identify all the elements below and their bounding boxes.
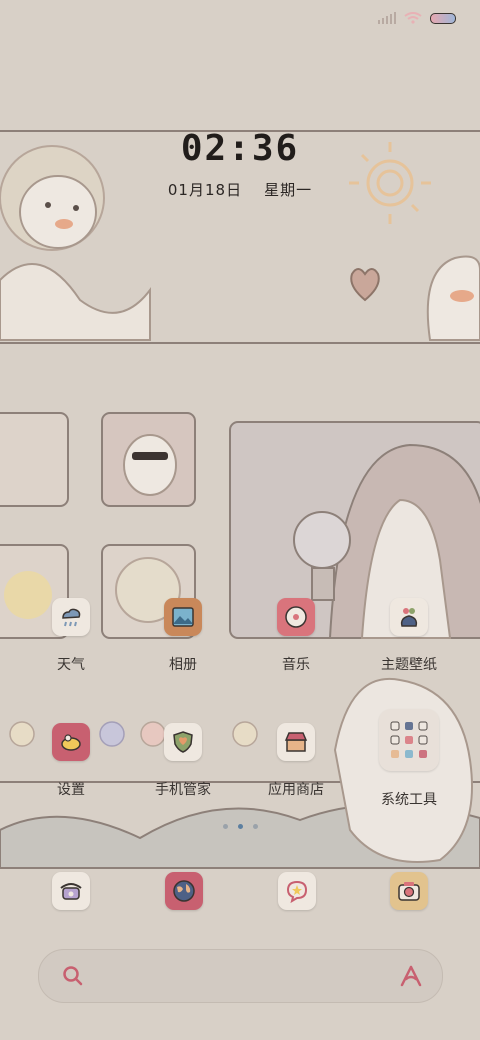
folder-icon	[379, 709, 439, 771]
messages-icon[interactable]	[278, 872, 316, 910]
battery-icon	[430, 12, 456, 24]
wifi-icon	[404, 12, 422, 24]
page-indicator[interactable]	[0, 824, 480, 829]
date-text: 01月18日	[167, 181, 243, 199]
folder-system-tools[interactable]: 系统工具	[359, 709, 459, 809]
search-bar[interactable]	[38, 949, 443, 1003]
search-icon	[63, 966, 83, 986]
app-label: 设置	[57, 782, 85, 798]
security-icon	[164, 723, 202, 761]
app-label: 应用商店	[268, 782, 324, 798]
app-label: 天气	[57, 657, 85, 673]
app-themes[interactable]: 主题壁纸	[359, 598, 459, 674]
app-label: 相册	[169, 657, 197, 673]
app-weather[interactable]: 天气	[21, 598, 121, 674]
page-dot	[222, 824, 228, 829]
app-label: 系统工具	[381, 792, 437, 808]
app-gallery[interactable]: 相册	[133, 598, 233, 674]
cell-signal-icon	[378, 12, 396, 24]
browser-icon[interactable]	[165, 872, 203, 910]
themes-icon	[390, 598, 428, 636]
app-security[interactable]: 手机管家	[133, 723, 233, 799]
app-label: 音乐	[282, 657, 310, 673]
app-store-icon	[277, 723, 315, 761]
gallery-icon	[164, 598, 202, 636]
page-dot-active	[237, 824, 243, 829]
clock-date[interactable]: 01月18日 星期一	[0, 179, 480, 200]
phone-icon[interactable]	[52, 872, 90, 910]
camera-icon[interactable]	[390, 872, 428, 910]
app-store[interactable]: 应用商店	[246, 723, 346, 799]
settings-icon	[52, 723, 90, 761]
music-icon	[277, 598, 315, 636]
app-label: 主题壁纸	[381, 657, 437, 673]
app-settings[interactable]: 设置	[21, 723, 121, 799]
assistant-icon[interactable]	[398, 964, 424, 988]
status-bar	[378, 12, 456, 24]
weather-icon	[52, 598, 90, 636]
app-music[interactable]: 音乐	[246, 598, 346, 674]
page-dot	[252, 824, 258, 829]
app-label: 手机管家	[155, 782, 211, 798]
clock-time[interactable]: 02:36	[0, 128, 480, 169]
weekday-text: 星期一	[264, 181, 313, 199]
